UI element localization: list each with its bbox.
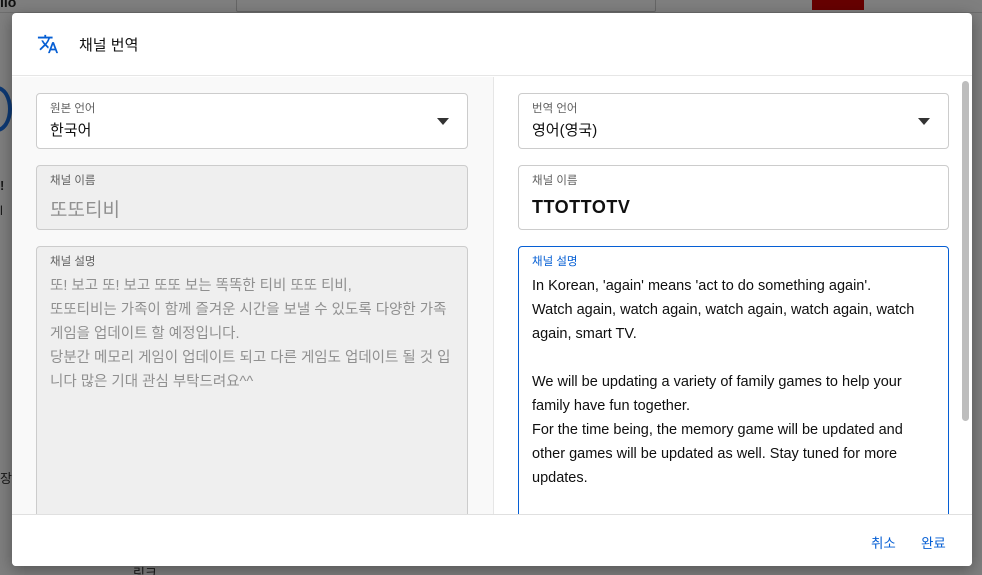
target-description-text: In Korean, 'again' means 'act to do some…	[532, 278, 915, 486]
target-name-label: 채널 이름	[532, 175, 578, 187]
target-language-select[interactable]: 번역 언어 영어(영국)	[518, 93, 949, 149]
source-language-select[interactable]: 원본 언어 한국어	[36, 93, 468, 149]
target-name-value: TTOTTOTV	[532, 197, 631, 217]
dialog-header: 채널 번역	[12, 13, 972, 76]
source-name-label: 채널 이름	[50, 175, 96, 187]
dialog-body: 원본 언어 한국어 채널 이름 또또티비 채널 설명 또! 보고 또! 보고 또…	[12, 77, 972, 514]
dialog-footer: 취소 완료	[12, 514, 972, 566]
dropdown-arrow-icon	[437, 118, 449, 125]
source-language-value: 한국어	[50, 122, 92, 139]
done-button[interactable]: 완료	[921, 532, 946, 552]
dropdown-arrow-icon	[918, 118, 930, 125]
translate-icon	[37, 33, 59, 55]
scrollbar[interactable]	[960, 77, 972, 514]
source-language-label: 원본 언어	[50, 103, 96, 115]
dialog-title: 채널 번역	[79, 36, 139, 54]
target-channel-description-textarea[interactable]: 채널 설명 In Korean, 'again' means 'act to d…	[518, 246, 949, 514]
source-channel-description-field: 채널 설명 또! 보고 또! 보고 또또 보는 똑똑한 티비 또또 티비, 또또…	[36, 246, 468, 514]
source-column: 원본 언어 한국어 채널 이름 또또티비 채널 설명 또! 보고 또! 보고 또…	[12, 77, 492, 514]
scrollbar-thumb[interactable]	[962, 81, 969, 421]
target-column: 번역 언어 영어(영국) 채널 이름 TTOTTOTV 채널 설명 In Kor…	[493, 77, 960, 514]
target-channel-name-input[interactable]: 채널 이름 TTOTTOTV	[518, 165, 949, 230]
channel-translation-dialog: 채널 번역 원본 언어 한국어 채널 이름 또또티비 채널 설명 또! 보고 또…	[12, 13, 972, 566]
source-description-label: 채널 설명	[50, 256, 96, 268]
source-channel-name-field: 채널 이름 또또티비	[36, 165, 468, 230]
target-description-label: 채널 설명	[532, 256, 578, 268]
source-description-text: 또! 보고 또! 보고 또또 보는 똑똑한 티비 또또 티비, 또또티비는 가족…	[50, 278, 451, 390]
source-name-value: 또또티비	[50, 200, 120, 221]
target-language-label: 번역 언어	[532, 103, 578, 115]
target-language-value: 영어(영국)	[532, 122, 598, 139]
cancel-button[interactable]: 취소	[871, 532, 896, 552]
